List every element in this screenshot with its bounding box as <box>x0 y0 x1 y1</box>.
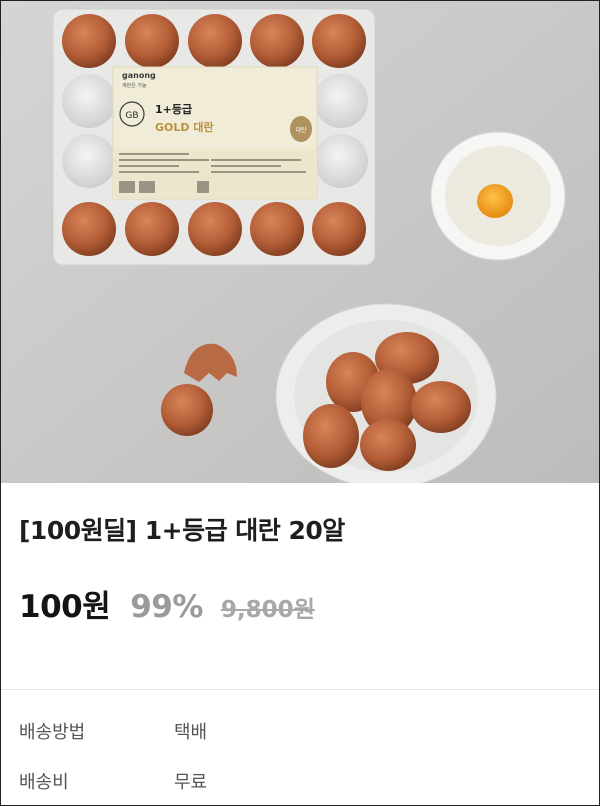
shipping-fee-row: 배송비 무료 <box>19 768 207 794</box>
label-grade: 1+등급 <box>155 103 192 116</box>
shipping-fee-label: 배송비 <box>19 772 69 793</box>
shipping-method-row: 배송방법 택배 <box>19 718 207 744</box>
egg-photo-illustration: GB ganong 계란은 가농 1+등급 GOLD 대란 대란 <box>1 1 599 483</box>
product-image[interactable]: GB ganong 계란은 가농 1+등급 GOLD 대란 대란 <box>1 1 599 483</box>
label-name: GOLD 대란 <box>155 120 214 134</box>
shipping-method-label: 배송방법 <box>19 722 86 743</box>
product-title: [100원딜] 1+등급 대란 20알 <box>19 516 345 545</box>
label-size: 대란 <box>295 126 307 134</box>
product-detail-screen: GB ganong 계란은 가농 1+등급 GOLD 대란 대란 [100원딜]… <box>0 0 600 806</box>
original-price: 9,800원 <box>220 597 315 623</box>
discount-rate: 99% <box>130 589 203 625</box>
sale-price: 100원 <box>19 589 111 625</box>
label-brand: ganong <box>122 71 156 80</box>
shipping-fee-value: 무료 <box>174 772 208 793</box>
label-brand-sub: 계란은 가농 <box>122 82 147 89</box>
product-info: [100원딜] 1+등급 대란 20알 100원 99% 9,800원 <box>1 483 599 689</box>
shipping-info: 배송방법 택배 배송비 무료 <box>1 690 599 805</box>
shipping-method-value: 택배 <box>174 722 208 743</box>
label-gb: GB <box>125 111 138 121</box>
price-row: 100원 99% 9,800원 <box>19 581 315 626</box>
